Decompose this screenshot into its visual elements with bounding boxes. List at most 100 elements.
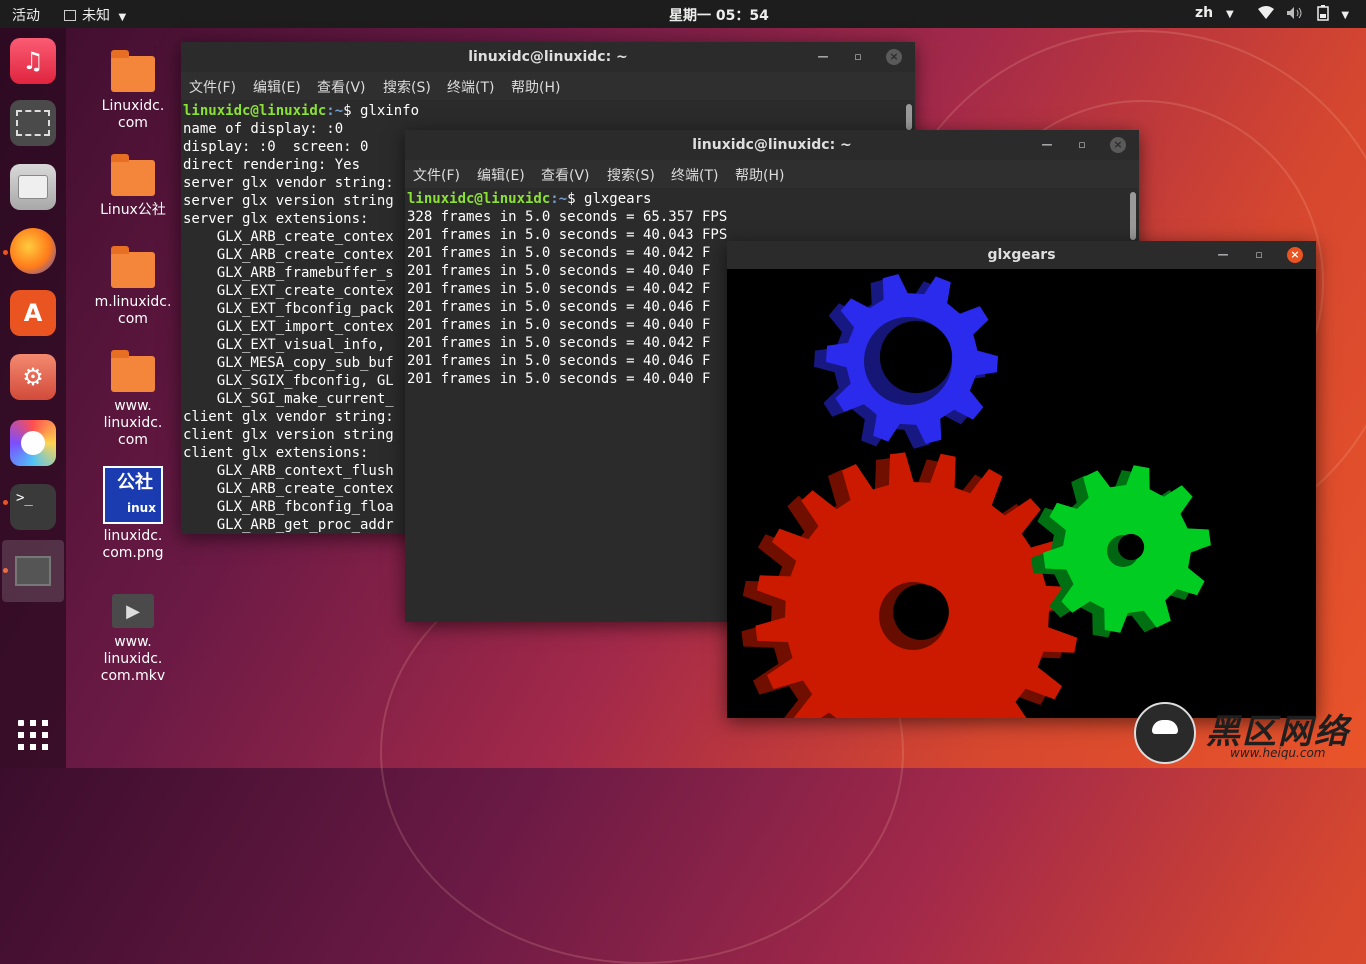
desktop-icon-label: www. linuxidc. com.mkv <box>100 634 166 684</box>
system-menu[interactable]: ▼ <box>1258 5 1349 22</box>
language-label: zh <box>1195 5 1214 21</box>
window-titlebar[interactable]: linuxidc@linuxidc: ~ — ▫ × <box>181 42 915 72</box>
gear-0 <box>741 452 1079 718</box>
menu-help[interactable]: 帮助(H) <box>735 165 784 185</box>
volume-icon <box>1287 7 1302 19</box>
window-title: linuxidc@linuxidc: ~ <box>692 137 852 153</box>
files-icon[interactable] <box>10 164 56 210</box>
gears-canvas[interactable] <box>727 269 1316 718</box>
folder-icon <box>111 154 155 196</box>
scrollbar[interactable] <box>906 104 912 130</box>
battery-icon <box>1317 5 1329 21</box>
prompt-user: linuxidc@linuxidc <box>183 103 327 119</box>
menu-file[interactable]: 文件(F) <box>413 165 460 185</box>
prompt-path: :~ <box>326 103 344 119</box>
desktop-folder-m-linuxidc-com[interactable]: m.linuxidc. com <box>88 246 178 328</box>
activities-button[interactable]: 活动 <box>12 5 40 25</box>
prompt-command: $ glxinfo <box>343 103 420 119</box>
gear-hole <box>1117 533 1145 561</box>
music-icon[interactable]: ♫ <box>10 38 56 84</box>
app-menu[interactable]: 未知 ▼ <box>64 5 126 25</box>
watermark: 黑区网络 www.heiqu.com <box>1134 702 1360 764</box>
top-panel: 活动 未知 ▼ 星期一 05：54 zh ▼ ▼ <box>0 0 1366 28</box>
desktop-icon-label: www. linuxidc. com <box>103 398 163 448</box>
window-titlebar[interactable]: linuxidc@linuxidc: ~ — ▫ × <box>405 130 1139 160</box>
menu-file[interactable]: 文件(F) <box>189 77 236 97</box>
desktop-file-mkv[interactable]: ▶ www. linuxidc. com.mkv <box>88 594 178 685</box>
running-indicator <box>3 500 8 505</box>
screenshot-icon[interactable] <box>10 100 56 146</box>
help-icon[interactable] <box>10 420 56 466</box>
running-indicator <box>3 250 8 255</box>
menu-view[interactable]: 查看(V) <box>317 77 366 97</box>
folder-icon <box>111 350 155 392</box>
dock: ♫ A ⚙ >_ <box>0 28 66 768</box>
menu-bar: 文件(F) 编辑(E) 查看(V) 搜索(S) 终端(T) 帮助(H) <box>181 72 915 100</box>
folder-icon <box>111 246 155 288</box>
watermark-logo-icon <box>1134 702 1196 764</box>
desktop-icon-label: m.linuxidc. com <box>94 294 172 327</box>
menu-edit[interactable]: 编辑(E) <box>253 77 301 97</box>
watermark-url: www.heiqu.com <box>1230 746 1326 760</box>
grid-icon[interactable] <box>18 720 48 750</box>
folder-icon <box>111 50 155 92</box>
close-icon[interactable]: × <box>1110 137 1126 153</box>
prompt-line: linuxidc@linuxidc:~$ glxinfo <box>183 102 915 120</box>
desktop-folder-linuxidc-com[interactable]: Linuxidc. com <box>88 50 178 132</box>
desktop-icon-label: linuxidc. com.png <box>102 528 164 561</box>
image-thumbnail-icon: 公社 inux <box>103 466 163 524</box>
gear-hole <box>893 584 949 640</box>
input-method-menu[interactable]: zh ▼ <box>1195 5 1234 21</box>
desktop-icon-label: Linuxidc. com <box>101 98 165 131</box>
menu-search[interactable]: 搜索(S) <box>383 77 431 97</box>
network-icon <box>1258 6 1274 19</box>
window-title: linuxidc@linuxidc: ~ <box>468 49 628 65</box>
desktop-icon-label: Linux公社 <box>100 202 166 218</box>
chevron-down-icon: ▼ <box>1226 9 1234 20</box>
gear-1 <box>1031 465 1211 638</box>
thumbnail-subtext: inux <box>127 501 156 515</box>
menu-help[interactable]: 帮助(H) <box>511 77 560 97</box>
glxgears-window[interactable]: glxgears — ▫ × <box>727 241 1316 718</box>
desktop-file-png[interactable]: 公社 inux linuxidc. com.png <box>88 466 178 562</box>
terminal-icon[interactable]: >_ <box>10 484 56 530</box>
prompt-command: $ glxgears <box>567 191 652 207</box>
gear-hole <box>879 320 953 394</box>
app-menu-window-icon <box>64 10 76 21</box>
menu-search[interactable]: 搜索(S) <box>607 165 655 185</box>
app-menu-label: 未知 <box>82 8 110 24</box>
video-file-icon: ▶ <box>112 594 154 628</box>
desktop-folder-linux-gongshe[interactable]: Linux公社 <box>88 154 178 219</box>
prompt-user: linuxidc@linuxidc <box>407 191 551 207</box>
close-icon[interactable]: × <box>1287 247 1303 263</box>
desktop-folder-www-linuxidc-com[interactable]: www. linuxidc. com <box>88 350 178 449</box>
menu-terminal[interactable]: 终端(T) <box>447 77 494 97</box>
gear-2 <box>814 274 998 449</box>
chevron-down-icon: ▼ <box>118 12 127 23</box>
prompt-path: :~ <box>550 191 568 207</box>
thumbnail-text: 公社 <box>117 472 153 493</box>
settings-icon[interactable]: ⚙ <box>10 354 56 400</box>
software-center-icon[interactable]: A <box>10 290 56 336</box>
maximize-icon[interactable]: ▫ <box>850 49 866 65</box>
window-icon[interactable] <box>2 540 64 602</box>
firefox-icon[interactable] <box>10 228 56 274</box>
minimize-icon[interactable]: — <box>815 49 831 65</box>
window-title: glxgears <box>987 247 1056 263</box>
minimize-icon[interactable]: — <box>1215 247 1231 263</box>
menu-view[interactable]: 查看(V) <box>541 165 590 185</box>
gears-drawing <box>741 274 1211 718</box>
close-icon[interactable]: × <box>886 49 902 65</box>
maximize-icon[interactable]: ▫ <box>1251 247 1267 263</box>
clock[interactable]: 星期一 05：54 <box>669 5 769 25</box>
minimize-icon[interactable]: — <box>1039 137 1055 153</box>
terminal-line: 328 frames in 5.0 seconds = 65.357 FPS <box>407 209 728 225</box>
prompt-line: linuxidc@linuxidc:~$ glxgears <box>407 190 1139 208</box>
menu-edit[interactable]: 编辑(E) <box>477 165 525 185</box>
menu-terminal[interactable]: 终端(T) <box>671 165 718 185</box>
scrollbar[interactable] <box>1130 192 1136 240</box>
chevron-down-icon: ▼ <box>1341 10 1350 21</box>
window-titlebar[interactable]: glxgears — ▫ × <box>727 241 1316 269</box>
menu-bar: 文件(F) 编辑(E) 查看(V) 搜索(S) 终端(T) 帮助(H) <box>405 160 1139 188</box>
maximize-icon[interactable]: ▫ <box>1074 137 1090 153</box>
